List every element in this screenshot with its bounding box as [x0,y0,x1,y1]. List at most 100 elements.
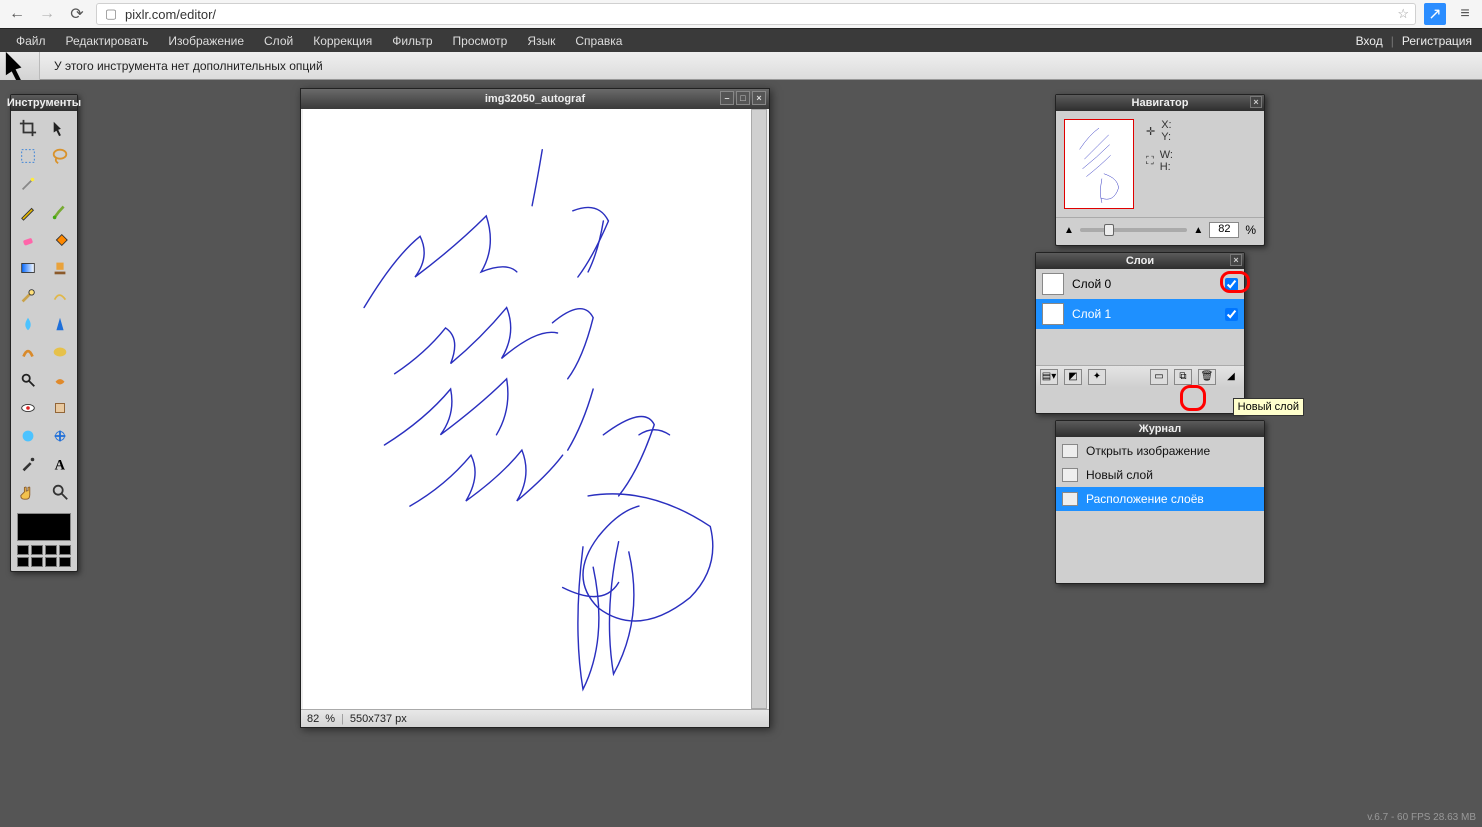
zoom-input[interactable]: 82 [1209,222,1239,238]
navigator-close-button[interactable]: × [1250,96,1262,108]
footer-status: v.6.7 - 60 FPS 28.63 MB [1367,812,1476,823]
menu-edit[interactable]: Редактировать [56,30,159,52]
tools-panel[interactable]: Инструменты [10,94,78,572]
layer-mask-button[interactable]: ◩ [1064,369,1082,385]
browser-reload-button[interactable]: ⟳ [66,3,88,25]
redeye-tool[interactable] [13,395,43,421]
zoom-in-icon[interactable]: ▲ [1193,225,1203,236]
new-layer-tooltip: Новый слой [1233,398,1304,416]
document-window[interactable]: img32050_autograf – □ × [300,88,770,728]
layer-styles-button[interactable]: ✦ [1088,369,1106,385]
layers-footer: ▤▾ ◩ ✦ ▭ ⧉ 🗑 ◢ [1036,365,1244,387]
menu-lang[interactable]: Язык [517,30,565,52]
zoom-slider[interactable] [1080,228,1188,232]
wand-tool[interactable] [13,171,43,197]
blur-tool[interactable] [13,311,43,337]
dodge-tool[interactable] [13,367,43,393]
pinch-tool[interactable] [45,423,75,449]
duplicate-layer-button[interactable]: ⧉ [1174,369,1192,385]
browser-forward-button[interactable]: → [36,3,58,25]
window-close-button[interactable]: × [752,91,766,105]
history-item-2[interactable]: Расположение слоёв [1056,487,1264,511]
register-link[interactable]: Регистрация [1398,34,1476,48]
layer-row-1[interactable]: Слой 1 [1036,299,1244,329]
layer-row-0[interactable]: Слой 0 [1036,269,1244,299]
current-tool-indicator [0,52,40,80]
browser-back-button[interactable]: ← [6,3,28,25]
star-icon[interactable]: ☆ [1397,6,1409,22]
layers-resize-grip[interactable]: ◢ [1222,369,1240,385]
navigator-thumbnail[interactable] [1064,119,1134,209]
zoom-tool[interactable] [45,479,75,505]
layers-list[interactable]: Слой 0 Слой 1 [1036,269,1244,365]
status-zoom-value: 82 [307,713,319,725]
document-status-bar: 82 % | 550x737 px [301,709,769,727]
navigator-panel[interactable]: Навигатор × ✛ X: Y: ⛶ W: H: ▲ [1055,94,1265,246]
history-title-bar[interactable]: Журнал [1056,421,1264,437]
bloat-tool[interactable] [13,423,43,449]
layer-thumb-0 [1042,273,1064,295]
menu-filter[interactable]: Фильтр [382,30,442,52]
menu-adjust[interactable]: Коррекция [303,30,382,52]
crop-tool[interactable] [13,115,43,141]
sponge-tool[interactable] [45,339,75,365]
history-panel[interactable]: Журнал Открыть изображение Новый слой Ра… [1055,420,1265,584]
spot-heal-tool[interactable] [45,395,75,421]
recent-colors[interactable] [17,545,71,567]
layers-panel[interactable]: Слои × Слой 0 Слой 1 ▤▾ ◩ ✦ ▭ ⧉ 🗑 ◢ [1035,252,1245,414]
replace-color-tool[interactable] [13,283,43,309]
vertical-scrollbar[interactable] [751,109,767,709]
colorpicker-tool[interactable] [13,451,43,477]
pencil-tool[interactable] [13,199,43,225]
spacer-tool-1 [45,171,75,197]
extension-icon[interactable]: ↗ [1424,3,1446,25]
layers-close-button[interactable]: × [1230,254,1242,266]
window-maximize-button[interactable]: □ [736,91,750,105]
smudge-tool[interactable] [13,339,43,365]
navigator-title[interactable]: Навигатор × [1056,95,1264,111]
hand-tool[interactable] [13,479,43,505]
login-link[interactable]: Вход [1352,34,1387,48]
menu-view[interactable]: Просмотр [443,30,518,52]
brush-tool[interactable] [45,199,75,225]
layer-name-0: Слой 0 [1072,277,1111,291]
move-tool[interactable] [45,115,75,141]
sharpen-tool[interactable] [45,311,75,337]
delete-layer-button[interactable]: 🗑 [1198,369,1216,385]
browser-menu-button[interactable]: ≡ [1454,3,1476,25]
draw-tool[interactable] [45,283,75,309]
zoom-out-icon[interactable]: ▲ [1064,225,1074,236]
marquee-tool[interactable] [13,143,43,169]
browser-address-bar[interactable]: ▢ pixlr.com/editor/ ☆ [96,3,1416,25]
tools-panel-title[interactable]: Инструменты [11,95,77,111]
canvas[interactable] [303,109,751,709]
history-item-label-1: Новый слой [1086,468,1153,482]
clone-tool[interactable] [45,255,75,281]
document-title-bar[interactable]: img32050_autograf – □ × [301,89,769,109]
layers-title-bar[interactable]: Слои × [1036,253,1244,269]
new-layer-button[interactable]: ▭ [1150,369,1168,385]
gradient-tool[interactable] [13,255,43,281]
layer-visible-checkbox-0[interactable] [1225,278,1238,291]
nav-x-label: X: [1161,119,1171,131]
auth-separator: | [1387,34,1398,48]
color-swatches[interactable] [11,509,77,571]
window-minimize-button[interactable]: – [720,91,734,105]
history-item-1[interactable]: Новый слой [1056,463,1264,487]
lasso-tool[interactable] [45,143,75,169]
menu-help[interactable]: Справка [565,30,632,52]
history-item-0[interactable]: Открыть изображение [1056,439,1264,463]
layer-settings-button[interactable]: ▤▾ [1040,369,1058,385]
type-tool[interactable]: A [45,451,75,477]
burn-tool[interactable] [45,367,75,393]
document-title-text: img32050_autograf [485,93,585,105]
tools-panel-title-text: Инструменты [7,97,81,109]
foreground-color-swatch[interactable] [17,513,71,541]
menu-image[interactable]: Изображение [158,30,254,52]
layer-name-1: Слой 1 [1072,307,1111,321]
eraser-tool[interactable] [13,227,43,253]
history-list[interactable]: Открыть изображение Новый слой Расположе… [1056,437,1264,513]
layer-visible-checkbox-1[interactable] [1225,308,1238,321]
paintbucket-tool[interactable] [45,227,75,253]
menu-layer[interactable]: Слой [254,30,303,52]
